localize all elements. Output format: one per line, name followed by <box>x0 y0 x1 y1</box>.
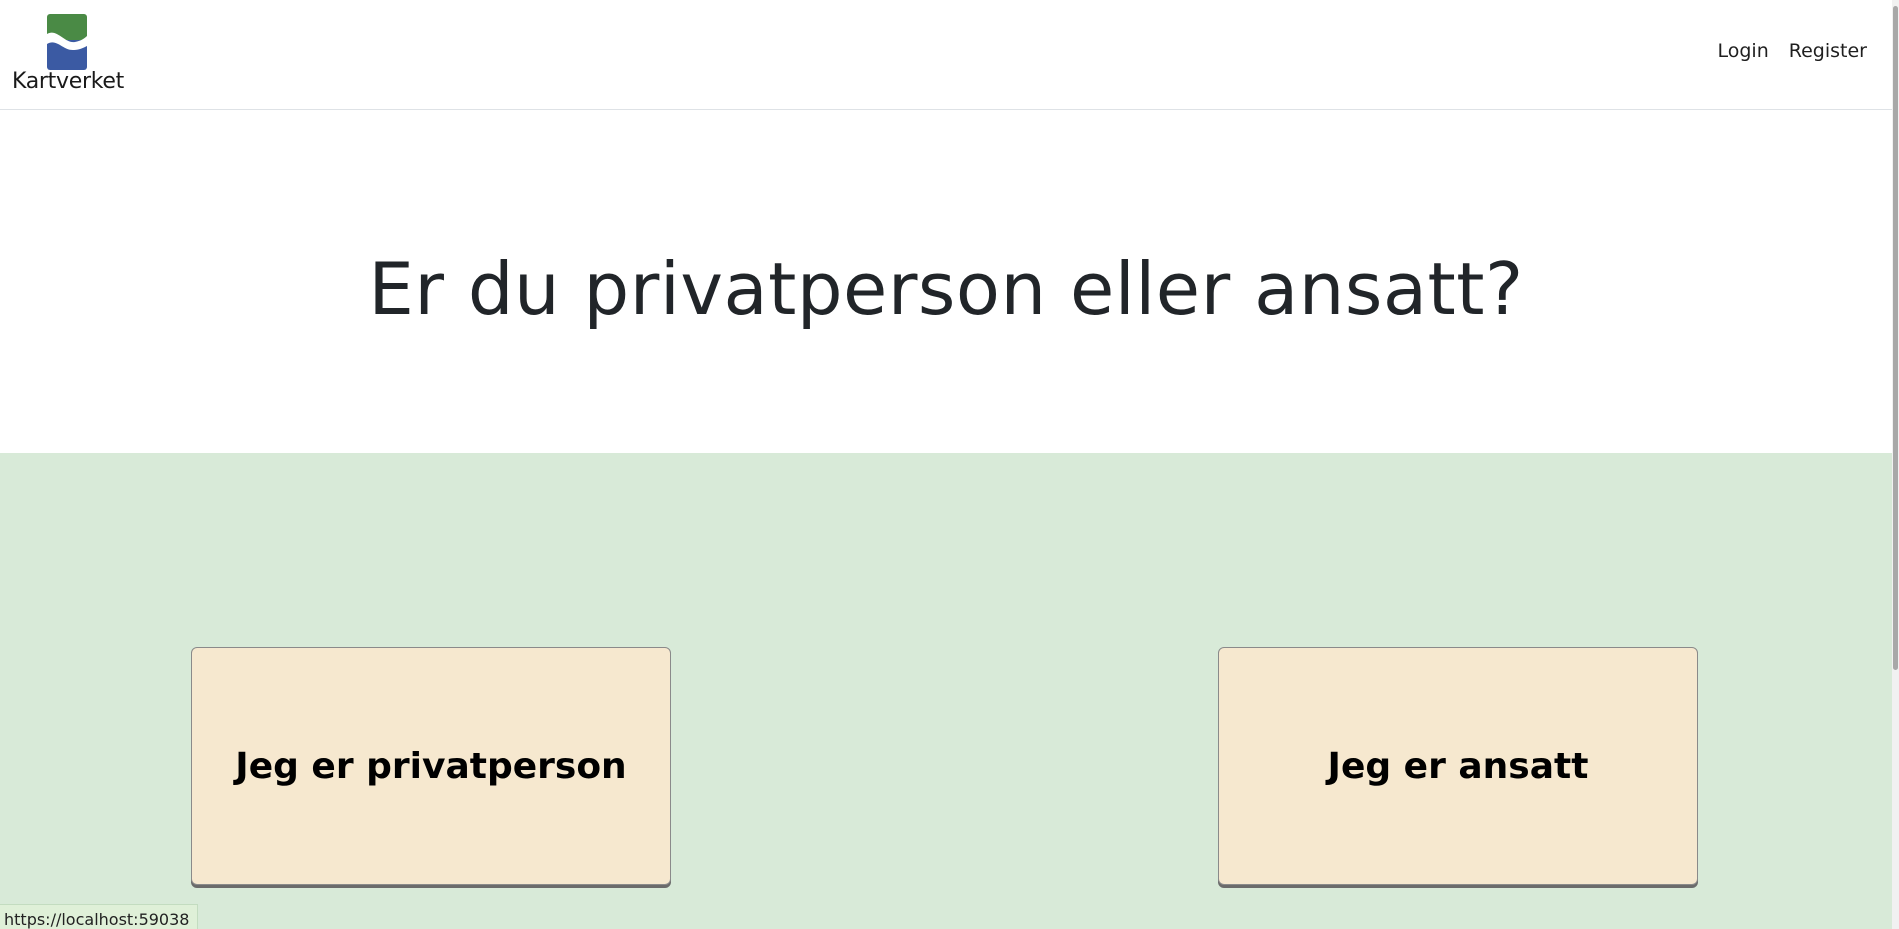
scrollbar-thumb[interactable] <box>1893 6 1898 670</box>
brand-logo-link[interactable]: Kartverket <box>12 14 126 98</box>
vertical-scrollbar[interactable] <box>1892 0 1899 929</box>
employee-button[interactable]: Jeg er ansatt <box>1218 647 1698 885</box>
hero-section: Er du privatperson eller ansatt? <box>0 111 1892 453</box>
page-title: Er du privatperson eller ansatt? <box>368 247 1524 331</box>
kartverket-logo-icon <box>47 14 87 70</box>
status-bar-url: https://localhost:59038 <box>0 904 199 929</box>
private-person-button[interactable]: Jeg er privatperson <box>191 647 671 885</box>
brand-name: Kartverket <box>12 69 124 94</box>
private-person-label: Jeg er privatperson <box>235 745 627 787</box>
register-link[interactable]: Register <box>1789 40 1867 62</box>
choice-section: Jeg er privatperson Jeg er ansatt <box>0 453 1892 929</box>
employee-label: Jeg er ansatt <box>1327 745 1589 787</box>
nav-links: Login Register <box>1718 40 1868 62</box>
navbar: Kartverket Login Register <box>0 0 1892 110</box>
login-link[interactable]: Login <box>1718 40 1769 62</box>
page: Kartverket Login Register Er du privatpe… <box>0 0 1899 929</box>
